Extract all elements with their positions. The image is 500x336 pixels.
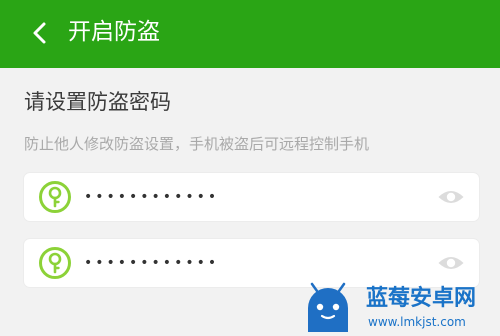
android-logo-icon bbox=[300, 282, 356, 332]
confirm-password-field[interactable]: •••••••••••• bbox=[24, 239, 479, 287]
back-button[interactable] bbox=[30, 21, 50, 45]
site-watermark: 蓝莓安卓网 www.lmkjst.com bbox=[300, 282, 500, 334]
page-title: 开启防盗 bbox=[68, 19, 160, 45]
password-field[interactable]: •••••••••••• bbox=[24, 173, 479, 221]
watermark-name: 蓝莓安卓网 bbox=[366, 286, 477, 311]
section-description: 防止他人修改防盗设置，手机被盗后可远程控制手机 bbox=[24, 135, 370, 153]
section-heading: 请设置防盗密码 bbox=[24, 90, 171, 114]
watermark-url: www.lmkjst.com bbox=[368, 315, 466, 329]
password-value: •••••••••••• bbox=[84, 189, 220, 205]
eye-icon[interactable] bbox=[437, 253, 465, 273]
chevron-left-icon bbox=[33, 22, 46, 44]
confirm-password-value: •••••••••••• bbox=[84, 255, 220, 271]
key-icon bbox=[38, 180, 72, 214]
eye-icon[interactable] bbox=[437, 187, 465, 207]
app-header: 开启防盗 bbox=[0, 0, 500, 68]
key-icon bbox=[38, 246, 72, 280]
